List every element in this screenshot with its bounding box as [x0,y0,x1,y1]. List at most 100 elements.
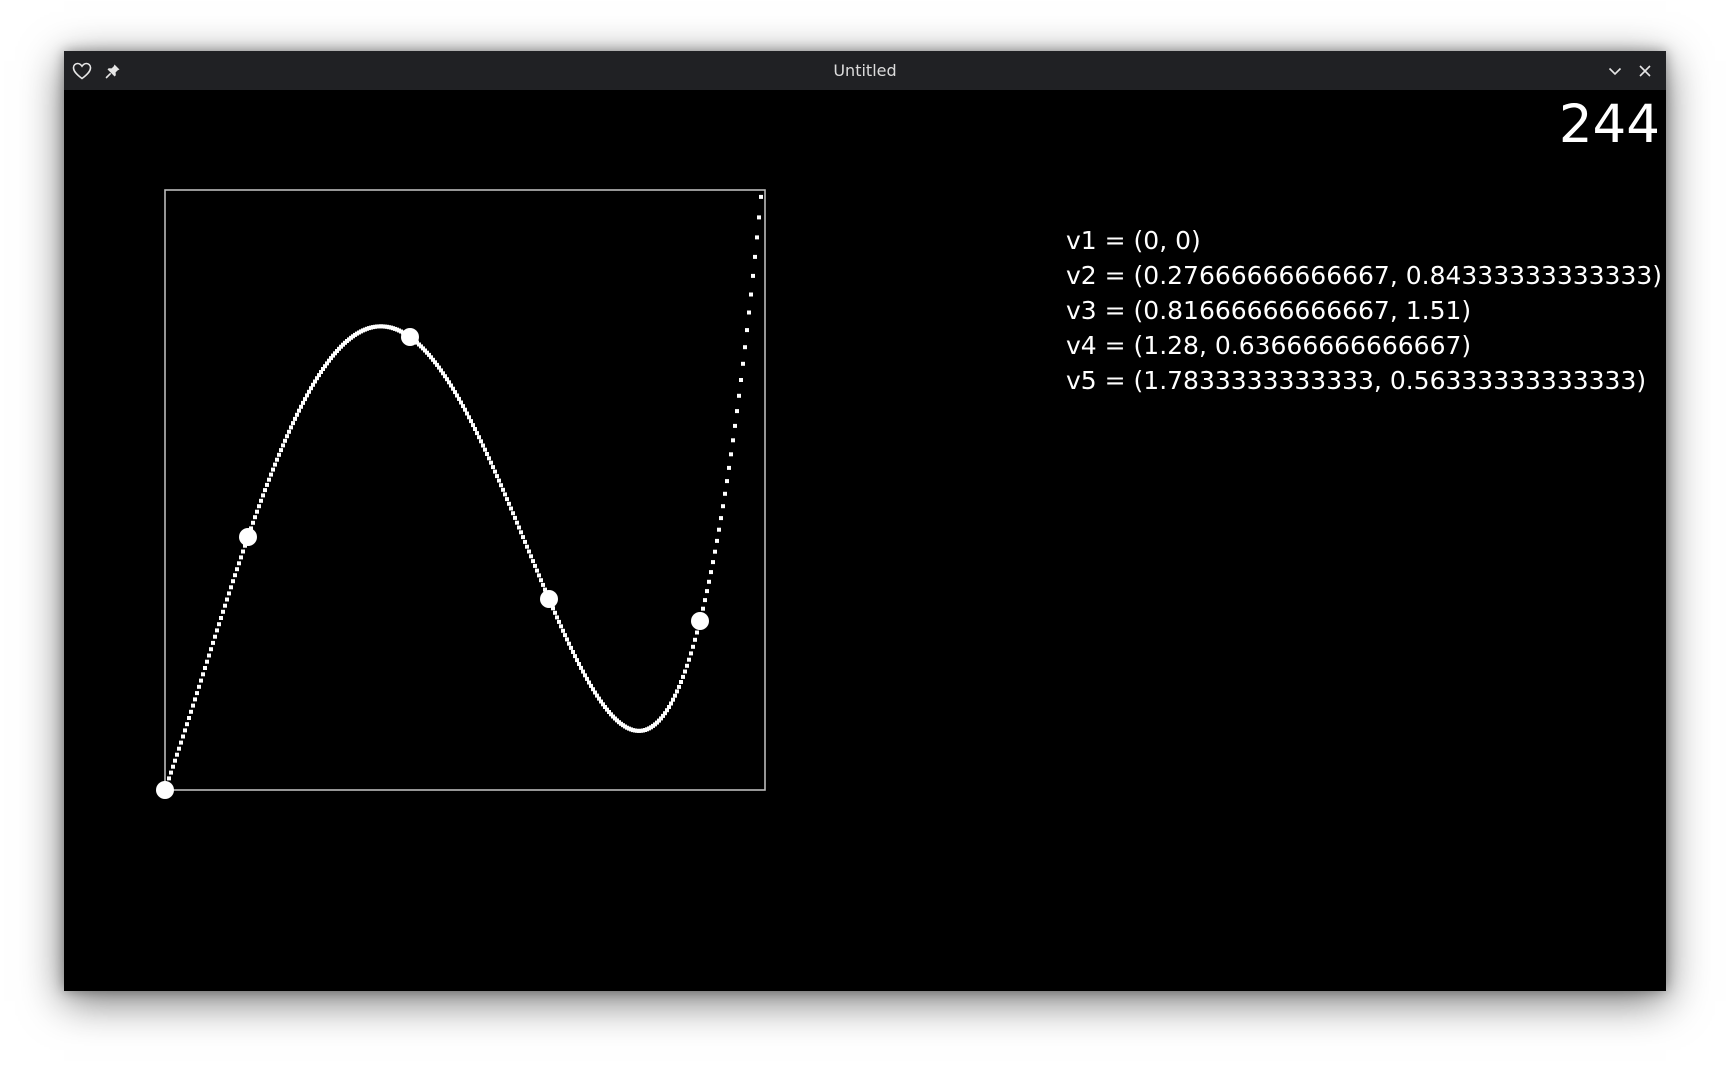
curve-point [749,292,753,297]
curve-point [487,456,491,461]
curve-point [685,663,689,668]
curve-point [759,194,763,199]
curve-point [199,678,203,683]
curve-point [457,396,461,401]
curve-point [187,716,191,720]
curve-point [235,567,239,572]
curve-point [569,645,573,650]
curve-point [191,703,195,708]
vector-v3: v3 = (0.81666666666667, 1.51) [1066,296,1472,325]
curve-point [713,549,717,554]
curve-point [257,504,261,509]
curve-point [469,419,473,424]
curve-point [507,501,511,506]
curve-point [727,465,731,470]
curve-point [539,578,543,583]
curve-point [513,515,517,520]
curve-point [519,530,523,535]
curve-point [185,722,189,727]
curve-point [475,431,479,436]
curve-point [509,506,513,511]
curve-point [691,644,695,649]
curve-point [581,669,585,674]
curve-point [681,674,685,679]
curve-point [175,752,179,757]
curve-point [207,653,211,658]
curve-point [281,443,285,448]
curve-point [563,633,567,638]
curve-point [201,672,205,677]
curve-point [523,539,527,544]
curve-point [239,555,243,560]
curve-point [197,684,201,689]
curve-point [241,549,245,554]
curve-point [269,472,273,477]
control-point-v4[interactable] [540,590,558,608]
curve-point [687,657,691,662]
curve-point [293,416,297,421]
curve-point [739,378,743,382]
curve-point [683,669,687,674]
app-window: Untitled 244 v1 = (0, 0) v2 = (0.2766666… [64,51,1666,991]
curve-point [169,770,173,775]
curve-point [273,462,277,467]
curve-point [533,563,537,568]
curve-point [715,538,719,543]
curve-point [537,573,541,578]
curve-point [741,361,745,366]
curve-point [499,483,503,488]
control-point-v2[interactable] [239,528,257,546]
curve-point [213,634,217,639]
control-point-v1[interactable] [156,781,174,799]
curve-point [299,404,303,409]
curve-point [667,705,671,709]
curve-plot [156,189,766,799]
curve-point [271,467,275,472]
curve-point [511,511,515,516]
curve-point [577,662,581,666]
curve-point [177,746,181,751]
curve-point [489,460,493,465]
curve-point [567,641,571,646]
curve-points [163,194,763,792]
curve-point [307,389,311,394]
control-point-v3[interactable] [401,328,419,346]
frame-counter: 244 [1558,94,1660,155]
curve-point [195,691,199,696]
curve-point [757,215,761,220]
curve-point [479,439,483,444]
curve-point [503,492,507,497]
curve-point [233,573,237,578]
curve-point [467,415,471,420]
curve-point [205,659,209,664]
curve-point [221,609,225,614]
curve-point [517,525,521,530]
curve-point [561,628,565,633]
curve-point [745,328,749,333]
curve-point [303,397,307,402]
curve-point [295,412,299,417]
curve-point [481,443,485,448]
curve-point [679,680,683,684]
curve-point [265,482,269,487]
curve-point [463,407,467,412]
curve-point [229,585,233,590]
curve-point [709,570,713,575]
curve-point [695,630,699,635]
curve-point [725,479,729,484]
curve-point [693,637,697,642]
curve-point [483,447,487,452]
curve-point [579,665,583,670]
curve-point [717,527,721,532]
curve-point [225,597,229,602]
curve-point [279,448,283,453]
curve-point [283,438,287,443]
curve-point [215,628,219,633]
curve-point [583,673,587,678]
curve-point [755,235,759,240]
control-point-v5[interactable] [691,612,709,630]
curve-point [521,535,525,540]
curve-point [557,619,561,624]
curve-point [525,544,529,549]
curve-point [541,582,545,587]
